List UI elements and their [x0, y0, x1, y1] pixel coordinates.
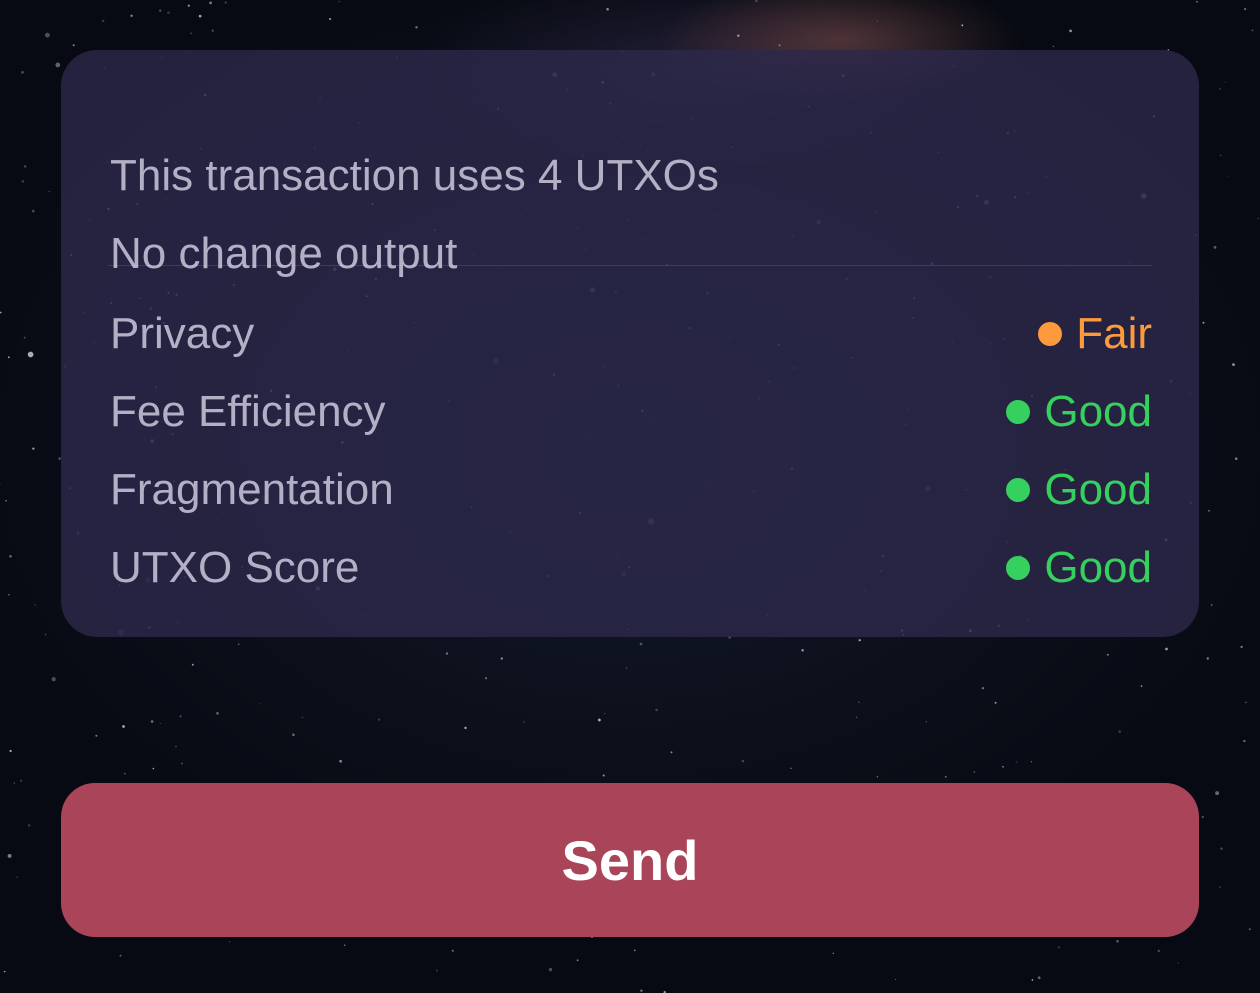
- metric-label: Fragmentation: [110, 465, 394, 514]
- metric-label: UTXO Score: [110, 543, 360, 592]
- metric-row-utxo-score: UTXO Score Good: [110, 542, 1152, 598]
- metric-status-text: Good: [1044, 543, 1152, 592]
- metric-value: Good: [1006, 468, 1152, 512]
- metric-row-fee-efficiency: Fee Efficiency Good: [110, 386, 1152, 442]
- metric-value: Fair: [1038, 312, 1152, 356]
- send-button[interactable]: Send: [61, 783, 1199, 937]
- metric-status-text: Good: [1044, 465, 1152, 514]
- metric-row-fragmentation: Fragmentation Good: [110, 464, 1152, 520]
- change-output-text: No change output: [110, 229, 458, 278]
- metric-value: Good: [1006, 390, 1152, 434]
- status-dot-icon: [1006, 400, 1031, 424]
- card-divider: [108, 265, 1152, 266]
- transaction-summary-card: This transaction uses 4 UTXOs No change …: [61, 50, 1199, 637]
- utxo-count-text: This transaction uses 4 UTXOs: [110, 151, 719, 200]
- status-dot-icon: [1006, 478, 1031, 502]
- status-dot-icon: [1006, 556, 1031, 580]
- metric-value: Good: [1006, 546, 1152, 590]
- metric-row-privacy: Privacy Fair: [110, 308, 1152, 364]
- metric-label: Privacy: [110, 309, 255, 358]
- metric-status-text: Fair: [1076, 309, 1152, 358]
- status-dot-icon: [1038, 322, 1063, 346]
- metric-label: Fee Efficiency: [110, 387, 386, 436]
- metric-status-text: Good: [1044, 387, 1152, 436]
